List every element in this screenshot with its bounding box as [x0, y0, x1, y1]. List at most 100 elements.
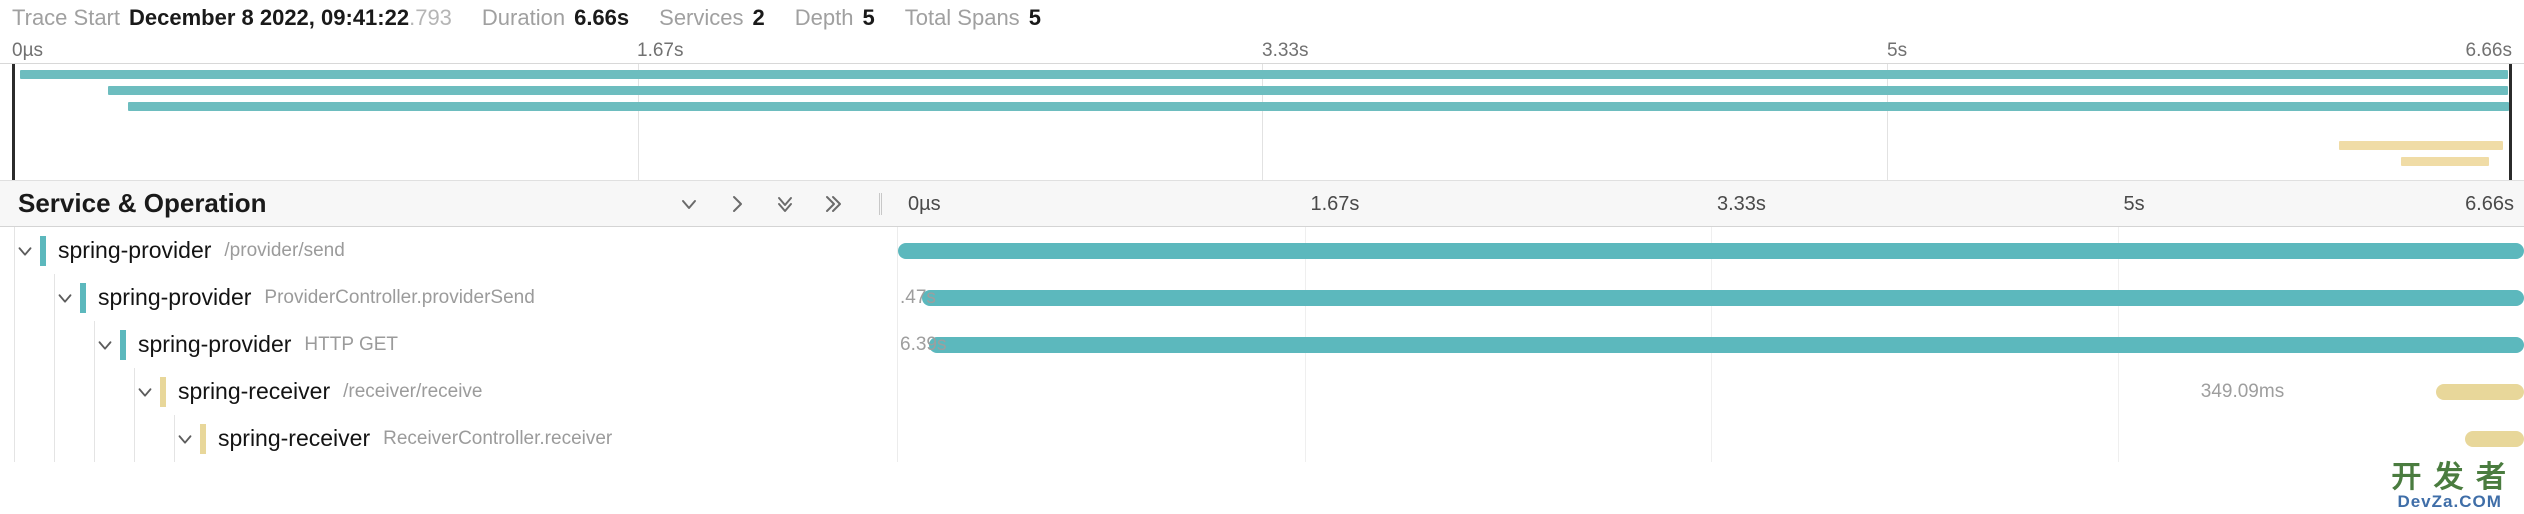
total-spans-value: 5: [1029, 5, 1041, 31]
span-expand-toggle-icon[interactable]: [170, 428, 200, 450]
timeline-tick-label: 6.66s: [2465, 193, 2514, 216]
span-row-bar-cell[interactable]: 349.09ms: [898, 368, 2524, 415]
total-spans-label: Total Spans: [905, 5, 1020, 31]
timeline-tick-label: 0µs: [908, 193, 941, 216]
trace-start-value: December 8 2022, 09:41:22: [129, 5, 409, 31]
minimap-tick-label: 0µs: [12, 40, 43, 62]
span-operation-name: ProviderController.providerSend: [264, 287, 534, 309]
depth-value: 5: [862, 5, 874, 31]
expand-one-icon[interactable]: [724, 191, 750, 217]
indent-guide: [134, 415, 135, 462]
watermark: 开 发 者 DevZa.COM: [2391, 463, 2508, 510]
span-row-bar-cell[interactable]: [898, 227, 2524, 274]
span-service-color-bar: [40, 236, 46, 266]
span-list: spring-provider/provider/sendspring-prov…: [0, 227, 2524, 462]
span-service-name: spring-provider: [138, 331, 291, 358]
span-row[interactable]: spring-provider/provider/send: [0, 227, 2524, 274]
collapse-all-icon[interactable]: [772, 191, 798, 217]
span-service-name: spring-receiver: [218, 425, 370, 452]
watermark-line1: 开 发 者: [2391, 463, 2508, 493]
span-duration-label: 349.09ms: [2201, 381, 2284, 403]
span-duration-bar[interactable]: [2465, 431, 2524, 447]
indent-guide: [14, 415, 15, 462]
total-spans-group: Total Spans 5: [905, 5, 1041, 31]
minimap-tick-label: 3.33s: [1262, 40, 1308, 62]
span-row-label-cell[interactable]: spring-provider ProviderController.provid…: [0, 274, 898, 321]
span-duration-bar[interactable]: [922, 290, 2524, 306]
timeline-gridline: [1305, 415, 1306, 462]
span-row[interactable]: spring-provider ProviderController.provid…: [0, 274, 2524, 321]
span-service-name: spring-receiver: [178, 378, 330, 405]
trace-start-group: Trace Start December 8 2022, 09:41:22 .7…: [12, 5, 452, 31]
duration-label: Duration: [482, 5, 565, 31]
timeline-tick-label: 1.67s: [1311, 193, 1360, 216]
minimap-gridline: [1887, 64, 1888, 180]
timeline-ruler: 0µs1.67s3.33s5s6.66s: [898, 181, 2524, 226]
indent-guide: [54, 415, 55, 462]
minimap-drag-handle-right[interactable]: [2509, 64, 2512, 180]
timeline-gridline: [1711, 415, 1712, 462]
span-service-color-bar: [120, 330, 126, 360]
minimap-body[interactable]: [12, 64, 2512, 180]
span-service-color-bar: [200, 424, 206, 454]
trace-header: Trace Start December 8 2022, 09:41:22 .7…: [0, 0, 2524, 36]
span-expand-toggle-icon[interactable]: [90, 334, 120, 356]
timeline-controls: [676, 191, 846, 217]
timeline-header: Service & Operation 0µs1.67s3.33s5s6.66s: [0, 181, 2524, 227]
span-duration-bar[interactable]: [929, 337, 2524, 353]
indent-guide: [14, 274, 15, 321]
span-duration-bar[interactable]: [2436, 384, 2524, 400]
span-row-label-cell[interactable]: spring-provider/provider/send: [0, 227, 898, 274]
span-row[interactable]: spring-providerHTTP GET6.39s: [0, 321, 2524, 368]
span-duration-label: 6.39s: [900, 334, 946, 356]
span-service-name: spring-provider: [98, 284, 251, 311]
span-expand-toggle-icon[interactable]: [130, 381, 160, 403]
span-row-bar-cell[interactable]: [898, 415, 2524, 462]
minimap-span-bar: [128, 102, 2509, 111]
span-row-label-cell[interactable]: spring-providerHTTP GET: [0, 321, 898, 368]
depth-label: Depth: [795, 5, 854, 31]
minimap-tick-label: 5s: [1887, 40, 1907, 62]
span-operation-name: /provider/send: [224, 240, 344, 262]
span-service-color-bar: [160, 377, 166, 407]
minimap-tick-label: 1.67s: [637, 40, 683, 62]
timeline-gridline: [2118, 415, 2119, 462]
span-row[interactable]: spring-receiver/receiver/receive 349.09ms: [0, 368, 2524, 415]
page-title: Service & Operation: [18, 188, 267, 219]
span-duration-bar[interactable]: [898, 243, 2524, 259]
minimap-gridline: [1262, 64, 1263, 180]
span-expand-toggle-icon[interactable]: [50, 287, 80, 309]
span-service-color-bar: [80, 283, 86, 313]
timeline-tick-label: 5s: [2124, 193, 2145, 216]
indent-guide: [54, 368, 55, 415]
duration-value: 6.66s: [574, 5, 629, 31]
minimap-tick-label: 6.66s: [2466, 40, 2512, 62]
span-row-bar-cell[interactable]: 6.39s: [898, 321, 2524, 368]
column-resizer[interactable]: [879, 193, 882, 215]
expand-all-icon[interactable]: [820, 191, 846, 217]
services-label: Services: [659, 5, 743, 31]
minimap-span-bar: [20, 70, 2508, 79]
minimap-gridline: [638, 64, 639, 180]
span-row-bar-cell[interactable]: .47s: [898, 274, 2524, 321]
timeline-header-left: Service & Operation: [0, 181, 898, 226]
span-operation-name: /receiver/receive: [343, 381, 482, 403]
trace-minimap[interactable]: 0µs 1.67s 3.33s 5s 6.66s: [0, 36, 2524, 181]
minimap-ruler: 0µs 1.67s 3.33s 5s 6.66s: [0, 36, 2524, 64]
services-value: 2: [753, 5, 765, 31]
timeline-gridline: [2118, 368, 2119, 415]
span-row-label-cell[interactable]: spring-receiver/receiver/receive: [0, 368, 898, 415]
timeline-gridline: [1711, 368, 1712, 415]
minimap-drag-handle-left[interactable]: [12, 64, 15, 180]
span-row-label-cell[interactable]: spring-receiverReceiverController.receiv…: [0, 415, 898, 462]
span-expand-toggle-icon[interactable]: [10, 240, 40, 262]
timeline-gridline: [1305, 368, 1306, 415]
services-group: Services 2: [659, 5, 765, 31]
indent-guide: [14, 321, 15, 368]
indent-guide: [94, 368, 95, 415]
collapse-one-icon[interactable]: [676, 191, 702, 217]
minimap-span-bar: [2339, 141, 2504, 150]
depth-group: Depth 5: [795, 5, 875, 31]
span-row[interactable]: spring-receiverReceiverController.receiv…: [0, 415, 2524, 462]
span-service-name: spring-provider: [58, 237, 211, 264]
